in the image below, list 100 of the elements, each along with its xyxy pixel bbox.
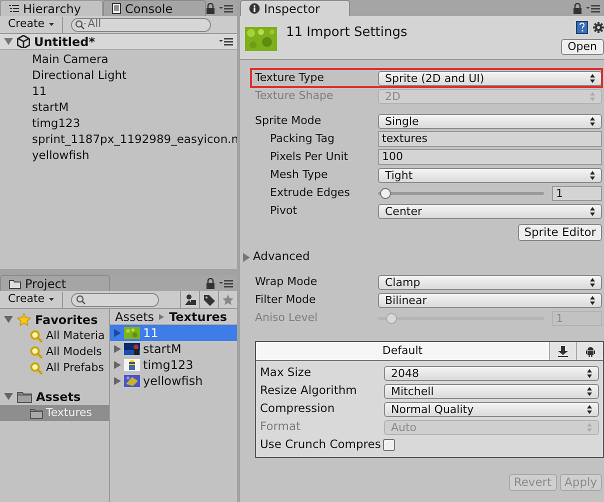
breadcrumb-item[interactable]: Assets: [115, 309, 154, 326]
panel-tab[interactable]: Hierarchy: [0, 0, 103, 16]
tag-icon: [203, 294, 215, 306]
tag-button[interactable]: [199, 290, 218, 308]
updown-arrow-icon: [590, 296, 595, 304]
tree-item[interactable]: All Prefabs: [0, 360, 109, 376]
field-label: Max Size: [260, 364, 312, 382]
breadcrumb-item[interactable]: Textures: [169, 309, 228, 326]
search-field[interactable]: [70, 292, 159, 306]
dropdown[interactable]: Clamp: [378, 274, 602, 290]
list-icon: [9, 4, 19, 13]
magnifier-icon: [30, 362, 43, 374]
lock-icon: [206, 3, 215, 14]
asset-item[interactable]: yellowfish: [110, 373, 237, 389]
field-label: Pivot: [270, 202, 298, 219]
magnifier-icon: [30, 346, 43, 358]
asset-item[interactable]: timg123: [110, 357, 237, 373]
field-label: Texture Shape: [255, 88, 334, 104]
chevron-right-icon: [159, 314, 164, 320]
text-field[interactable]: textures: [378, 131, 602, 147]
import-settings-title: 11 Import Settings: [286, 24, 408, 42]
lock-icon: [206, 278, 215, 289]
platform-tab[interactable]: [549, 342, 576, 360]
dropdown[interactable]: 2048: [384, 366, 599, 380]
updown-arrow-icon: [587, 404, 592, 414]
dropdown[interactable]: Mitchell: [384, 384, 599, 398]
tree-section-label[interactable]: Assets: [36, 388, 81, 406]
checkbox[interactable]: [382, 439, 395, 451]
star-icon: [17, 312, 31, 326]
field-label: Use Crunch Compres: [260, 436, 381, 454]
updown-arrow-icon: [590, 206, 595, 216]
hierarchy-item[interactable]: 11: [32, 83, 237, 99]
field-label: Filter Mode: [255, 292, 317, 308]
search-icon: [74, 20, 86, 30]
sprite-editor-button[interactable]: Sprite Editor: [518, 224, 602, 240]
field-label: Mesh Type: [270, 166, 329, 183]
magnifier-icon: [30, 330, 43, 342]
tree-section-label[interactable]: Favorites: [35, 310, 98, 328]
hierarchy-item[interactable]: Directional Light: [32, 67, 237, 83]
field-label: Aniso Level: [255, 310, 319, 326]
dropdown[interactable]: Normal Quality: [384, 402, 599, 416]
field-label: Pixels Per Unit: [270, 148, 350, 165]
download-icon: [558, 346, 568, 356]
updown-arrow-icon: [590, 170, 595, 180]
asset-item[interactable]: startM: [110, 341, 237, 357]
open-button[interactable]: Open: [560, 39, 604, 55]
tree-item[interactable]: All Materia: [0, 328, 109, 344]
updown-arrow-icon: [587, 422, 592, 432]
text-field[interactable]: 100: [378, 149, 602, 165]
field-label: Wrap Mode: [255, 274, 318, 290]
tree-item[interactable]: All Models: [0, 344, 109, 360]
number-field[interactable]: 1: [552, 186, 602, 200]
filter-by-type-icon: [184, 294, 196, 306]
scene-name: Untitled*: [34, 34, 95, 50]
dropdown[interactable]: Sprite (2D and UI): [378, 70, 602, 86]
field-label: Format: [260, 418, 302, 436]
search-field[interactable]: All: [70, 18, 211, 32]
hierarchy-item[interactable]: startM: [32, 99, 237, 115]
info-icon: [249, 3, 260, 14]
document-icon: [112, 3, 121, 14]
search-icon: [76, 294, 86, 304]
field-label: Extrude Edges: [270, 184, 351, 201]
menu-icon: [219, 279, 233, 288]
panel-tab[interactable]: Inspector: [240, 0, 350, 16]
hierarchy-item[interactable]: timg123: [32, 115, 237, 131]
field-label: Packing Tag: [270, 130, 336, 147]
hierarchy-item[interactable]: Main Camera: [32, 51, 237, 67]
updown-arrow-icon: [587, 386, 592, 396]
asset-item[interactable]: 11: [110, 325, 237, 341]
hierarchy-item[interactable]: yellowfish: [32, 147, 237, 163]
android-icon: [586, 346, 594, 356]
field-label: Compression: [260, 400, 336, 418]
caret-icon: [48, 23, 54, 26]
field-label: Sprite Mode: [255, 112, 322, 129]
lock-icon: [573, 3, 582, 14]
platform-tab[interactable]: [576, 342, 603, 360]
menu-icon: [219, 37, 233, 46]
help-book-icon: [576, 21, 588, 34]
updown-arrow-icon: [590, 74, 595, 82]
field-label: Texture Type: [255, 70, 326, 86]
dropdown[interactable]: Center: [378, 204, 602, 218]
create-button[interactable]: Create: [0, 16, 63, 32]
caret-icon: [48, 298, 54, 301]
folder-icon: [30, 408, 43, 418]
advanced-foldout[interactable]: Advanced: [253, 248, 310, 266]
dropdown[interactable]: Bilinear: [378, 292, 602, 308]
menu-icon: [219, 4, 233, 13]
panel-tab[interactable]: Console: [103, 0, 206, 16]
folder-icon: [17, 390, 32, 402]
panel-tab[interactable]: Project: [0, 275, 110, 291]
updown-arrow-icon: [590, 92, 595, 100]
folder-icon: [9, 278, 21, 288]
updown-arrow-icon: [587, 368, 592, 378]
star-icon: [222, 294, 234, 306]
menu-icon: [586, 4, 600, 13]
dropdown[interactable]: Tight: [378, 168, 602, 182]
platform-tab[interactable]: Default: [256, 342, 549, 360]
field-label: Resize Algorithm: [260, 382, 358, 400]
dropdown[interactable]: Single: [378, 114, 602, 128]
slider-thumb[interactable]: [380, 188, 391, 198]
